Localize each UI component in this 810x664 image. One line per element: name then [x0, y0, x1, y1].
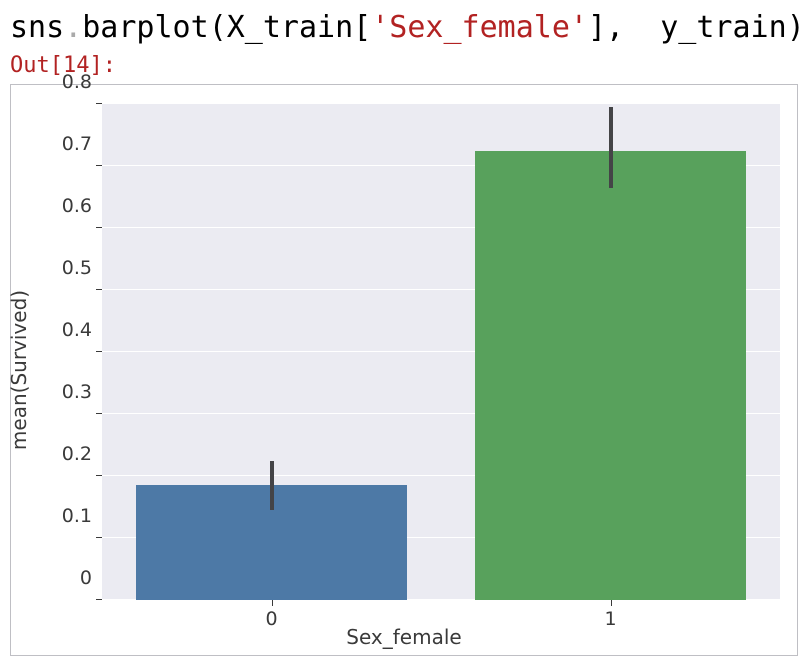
- code-token-method: barplot: [82, 10, 208, 45]
- code-cell: sns.barplot(X_train['Sex_female'], y_tra…: [10, 8, 800, 47]
- errorbar-1: [609, 107, 613, 188]
- xtick-label: 0: [265, 608, 277, 630]
- code-token-arg1a: X_train[: [227, 10, 372, 45]
- ytick-label: 0.6: [62, 195, 92, 217]
- xtick-label: 1: [604, 608, 616, 630]
- code-token-arg1b: ], y_train: [588, 10, 787, 45]
- ytick-label: 0.4: [62, 319, 92, 341]
- output-label: Out[14]:: [10, 53, 800, 78]
- code-token-dot: .: [64, 10, 82, 45]
- errorbar-0: [270, 461, 274, 511]
- code-token-open: (: [209, 10, 227, 45]
- code-token-close: ): [787, 10, 805, 45]
- ytick-label: 0.2: [62, 443, 92, 465]
- ytick-label: 0.1: [62, 505, 92, 527]
- ytick-label: 0.3: [62, 381, 92, 403]
- y-axis-title: mean(Survived): [7, 210, 31, 370]
- chart-output: 0 0.1 0.2 0.3 0.4 0.5 0.6 0.7 0.8 0 1 me…: [10, 84, 798, 656]
- ytick-label: 0.7: [62, 133, 92, 155]
- bar-1: [475, 151, 746, 601]
- ytick-label: 0: [80, 567, 92, 589]
- ytick-label: 0.8: [62, 71, 92, 93]
- ytick-label: 0.5: [62, 257, 92, 279]
- x-axis-title: Sex_female: [346, 625, 461, 649]
- code-token-string: 'Sex_female': [371, 10, 588, 45]
- plot-area: 0 0.1 0.2 0.3 0.4 0.5 0.6 0.7 0.8 0 1: [101, 103, 781, 601]
- code-token-obj: sns: [10, 10, 64, 45]
